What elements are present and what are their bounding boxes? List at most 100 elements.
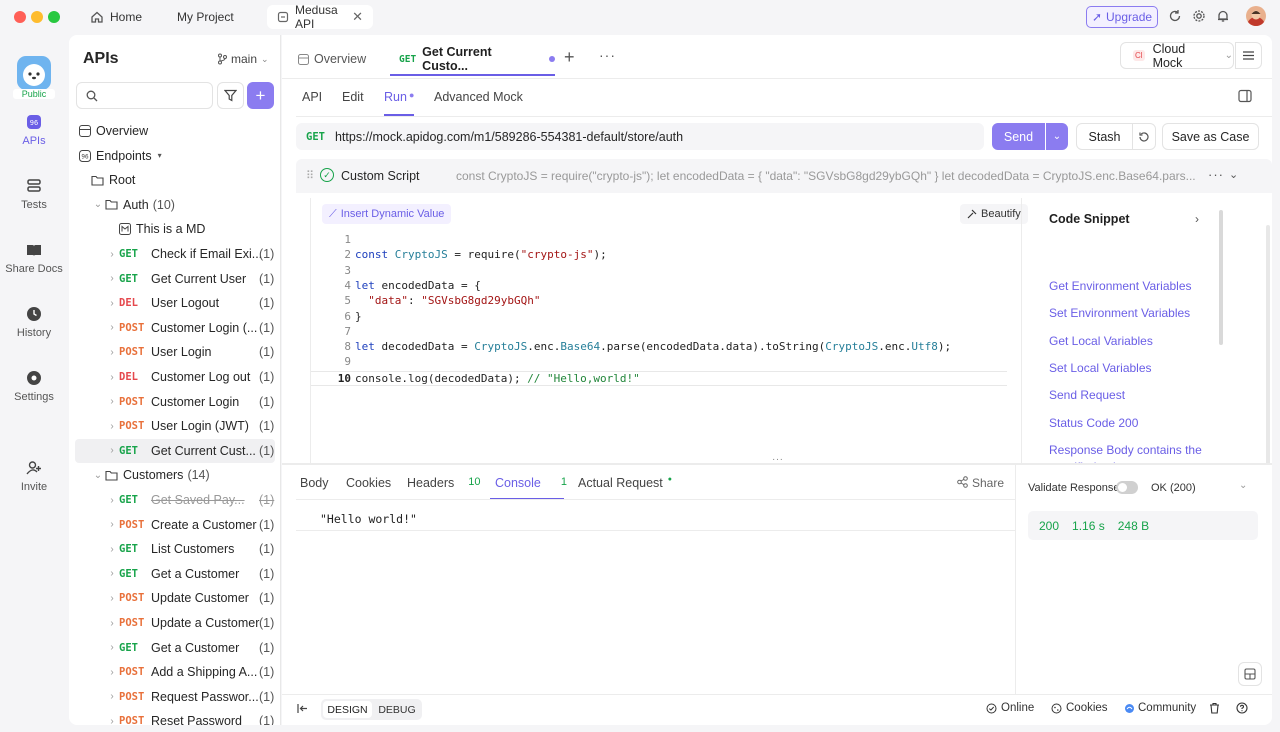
tree-endpoint[interactable]: › GET List Customers (1) (75, 537, 275, 561)
chevron-right-icon[interactable]: › (105, 322, 119, 333)
beautify-button[interactable]: Beautify (960, 204, 1028, 224)
project-tab[interactable]: My Project (167, 5, 244, 29)
resize-handle-icon[interactable]: ··· (772, 454, 784, 465)
response-tab-cookies[interactable]: Cookies (346, 476, 391, 490)
stash-history-button[interactable] (1132, 123, 1156, 150)
subtab-edit[interactable]: Edit (342, 90, 364, 104)
nav-apis[interactable]: 96 APIs (0, 114, 68, 147)
online-status[interactable]: Online (986, 702, 1034, 714)
insert-dynamic-value-button[interactable]: ⟋ Insert Dynamic Value (322, 204, 452, 224)
snippet-item[interactable]: Get Environment Variables (1049, 279, 1192, 293)
script-editor[interactable]: ⟋ Insert Dynamic Value Beautify 1 2 const… (310, 198, 1028, 463)
save-as-case-button[interactable]: Save as Case (1162, 123, 1259, 150)
cookies-button[interactable]: Cookies (1051, 702, 1108, 714)
check-circle-icon[interactable]: ✓ (320, 168, 334, 182)
search-input[interactable] (104, 88, 204, 103)
response-tab-actual-request[interactable]: Actual Request ● (578, 476, 672, 490)
subtab-advanced-mock[interactable]: Advanced Mock (434, 90, 523, 104)
chevron-right-icon[interactable]: › (105, 495, 119, 506)
tree-endpoint[interactable]: › GET Get Current Cust... (1) (75, 438, 275, 463)
nav-settings[interactable]: Settings (0, 370, 68, 403)
maximize-window-button[interactable] (48, 11, 60, 23)
snippet-scrollbar[interactable] (1219, 210, 1223, 345)
chevron-right-icon[interactable]: › (105, 618, 119, 629)
nav-history[interactable]: History (0, 306, 68, 339)
chevron-right-icon[interactable]: › (105, 568, 119, 579)
layout-toggle-button[interactable] (1238, 662, 1262, 686)
response-tab-headers[interactable]: Headers 10 (407, 476, 481, 490)
tree-endpoint[interactable]: › POST Customer Login (... (1) (75, 316, 275, 340)
chevron-down-icon[interactable]: ⌄ (91, 199, 105, 210)
custom-script-header[interactable]: ⠿ ✓ Custom Script const CryptoJS = requi… (296, 159, 1272, 193)
tree-item-overview[interactable]: Overview (75, 119, 275, 143)
community-button[interactable]: Community (1124, 702, 1196, 714)
request-url-input[interactable]: https://mock.apidog.com/m1/589286-554381… (335, 130, 683, 144)
new-tab-icon[interactable]: + (564, 47, 575, 68)
bell-icon[interactable] (1216, 9, 1230, 23)
chevron-right-icon[interactable]: › (105, 445, 119, 456)
tree-endpoint[interactable]: › POST Customer Login (1) (75, 390, 275, 414)
search-field[interactable] (76, 82, 213, 109)
subtab-run[interactable]: Run ● (384, 90, 415, 116)
tree-endpoint[interactable]: › POST Update a Customer (1) (75, 611, 275, 635)
stash-button[interactable]: Stash (1076, 123, 1133, 150)
project-avatar[interactable] (17, 56, 51, 90)
chevron-right-icon[interactable]: › (105, 421, 119, 432)
tab-overview[interactable]: Overview (298, 52, 366, 66)
trash-icon[interactable] (1209, 702, 1220, 714)
tree-folder-auth[interactable]: ⌄ Auth (10) (75, 193, 275, 217)
debug-mode-button[interactable]: DEBUG (374, 701, 420, 718)
chevron-right-icon[interactable]: › (105, 273, 119, 284)
validate-toggle[interactable] (1116, 481, 1138, 494)
chevron-right-icon[interactable]: › (105, 544, 119, 555)
help-icon[interactable] (1236, 702, 1248, 714)
tree-folder-root[interactable]: Root (75, 168, 275, 192)
tree-endpoint[interactable]: › POST Create a Customer (1) (75, 513, 275, 537)
tree-endpoint[interactable]: › DEL User Logout (1) (75, 291, 275, 315)
main-scrollbar[interactable] (1266, 225, 1270, 465)
chevron-right-icon[interactable]: › (105, 691, 119, 702)
nav-tests[interactable]: Tests (0, 178, 68, 211)
snippet-item[interactable]: Status Code 200 (1049, 416, 1138, 430)
chevron-right-icon[interactable]: › (105, 372, 119, 383)
snippet-item[interactable]: Response Body contains the (1049, 443, 1202, 457)
minimize-window-button[interactable] (31, 11, 43, 23)
send-options-button[interactable]: ⌄ (1046, 123, 1068, 150)
chevron-right-icon[interactable]: › (105, 667, 119, 678)
home-tab[interactable]: Home (80, 5, 152, 29)
tree-item-endpoints[interactable]: 96 Endpoints ▾ (75, 144, 275, 168)
tree-endpoint[interactable]: › POST Request Passwor... (1) (75, 685, 275, 709)
tree-endpoint[interactable]: › GET Check if Email Exi... (1) (75, 242, 275, 266)
chevron-right-icon[interactable]: › (1195, 212, 1199, 226)
refresh-icon[interactable] (1168, 9, 1182, 23)
tree-endpoint[interactable]: › DEL Customer Log out (1) (75, 365, 275, 389)
snippet-item[interactable]: Set Environment Variables (1049, 306, 1190, 320)
tree-endpoint[interactable]: › POST Reset Password (1) (75, 709, 275, 725)
design-mode-button[interactable]: DESIGN (323, 701, 372, 718)
tree-item[interactable]: This is a MD (75, 217, 275, 241)
tree-endpoint[interactable]: › POST User Login (JWT) (1) (75, 414, 275, 438)
snippet-item[interactable]: Get Local Variables (1049, 334, 1153, 348)
snippet-item[interactable]: Set Local Variables (1049, 361, 1152, 375)
chevron-right-icon[interactable]: › (105, 642, 119, 653)
panel-layout-icon[interactable] (1238, 89, 1252, 103)
chevron-right-icon[interactable]: › (105, 347, 119, 358)
chevron-right-icon[interactable]: › (105, 396, 119, 407)
code-area[interactable]: 1 2 const CryptoJS = require("crypto-js")… (311, 233, 1025, 393)
nav-invite[interactable]: Invite (0, 460, 68, 493)
tree-endpoint[interactable]: › GET Get Saved Pay... (1) (75, 488, 275, 512)
filter-button[interactable] (217, 82, 244, 109)
tree-endpoint[interactable]: › GET Get a Customer (1) (75, 636, 275, 660)
collapse-sidebar-icon[interactable] (297, 703, 308, 714)
chevron-right-icon[interactable]: › (105, 593, 119, 604)
tree-endpoint[interactable]: › GET Get Current User (1) (75, 267, 275, 291)
close-window-button[interactable] (14, 11, 26, 23)
send-button[interactable]: Send (992, 123, 1045, 150)
environment-selector[interactable]: Cl Cloud Mock ⌄ (1120, 42, 1234, 70)
response-tab-body[interactable]: Body (300, 476, 329, 490)
status-option-select[interactable]: OK (200) (1151, 482, 1196, 494)
tree-endpoint[interactable]: › POST Add a Shipping A... (1) (75, 660, 275, 684)
chevron-right-icon[interactable]: › (105, 716, 119, 725)
avatar[interactable] (1246, 6, 1266, 26)
branch-selector[interactable]: main ⌄ (217, 52, 269, 66)
